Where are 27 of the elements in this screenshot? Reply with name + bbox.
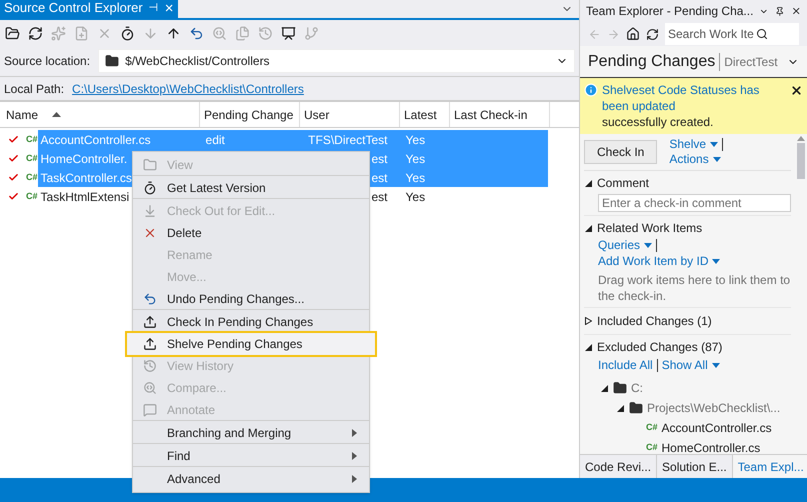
latest-cell-text: Yes xyxy=(404,132,426,148)
user-cell-text: est xyxy=(372,188,388,206)
name-cell-text: AccountController.cs xyxy=(40,132,151,148)
name-cell-text: HomeController. xyxy=(40,150,128,168)
page-title: Pending Changes xyxy=(588,52,716,72)
tab-title: Source Control Explorer xyxy=(4,0,143,18)
user-cell-text: est xyxy=(372,170,388,186)
cs-file-icon: C# xyxy=(646,421,658,435)
panel-title: Team Explorer - Pending Cha... xyxy=(586,3,754,20)
cs-file-icon: C# xyxy=(26,152,38,166)
user-cell-text: est xyxy=(372,150,388,168)
hint-text: Drag work items here to link them to the check-in. xyxy=(598,272,791,304)
field-label: Local Path: xyxy=(4,80,64,98)
name-cell-text: TaskController.cs xyxy=(40,170,132,186)
page-context: DirectTest xyxy=(719,52,783,70)
latest-cell-text: Yes xyxy=(404,170,426,186)
cs-file-icon: C# xyxy=(26,170,38,184)
pending-change-cell-text: edit xyxy=(204,132,226,148)
cs-file-icon: C# xyxy=(646,441,658,455)
user-cell-text: TFS\DirectTest xyxy=(308,132,388,148)
latest-cell-text: Yes xyxy=(404,150,426,168)
name-cell-text: TaskHtmlExtensi xyxy=(40,188,130,206)
cs-file-icon: C# xyxy=(26,132,38,146)
field-label: Source location: xyxy=(4,53,90,70)
latest-cell-text: Yes xyxy=(404,188,426,206)
notification-message: successfully created. xyxy=(602,114,714,130)
cs-file-icon: C# xyxy=(26,190,38,204)
